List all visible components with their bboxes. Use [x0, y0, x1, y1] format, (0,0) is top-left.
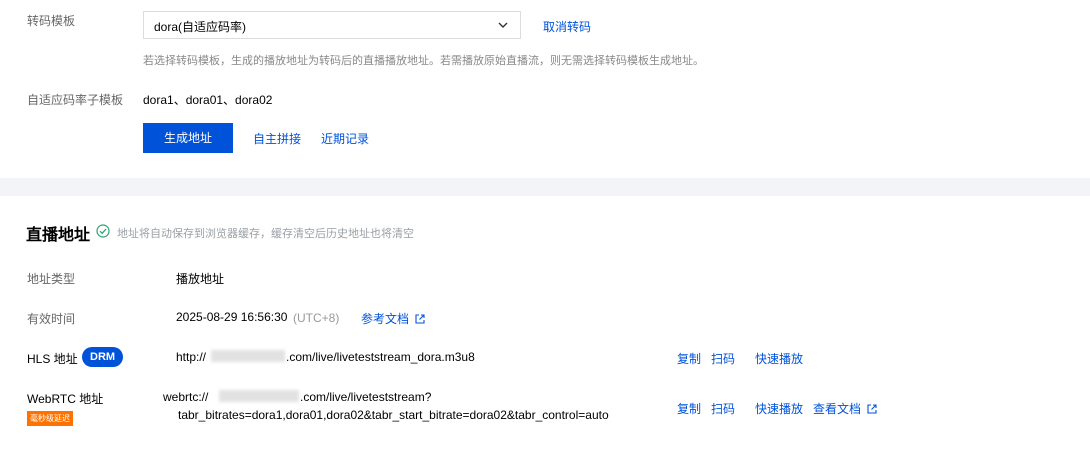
generate-address-button[interactable]: 生成地址	[143, 123, 233, 153]
webrtc-view-doc-label: 查看文档	[813, 402, 862, 416]
chevron-down-icon	[498, 22, 508, 28]
webrtc-view-doc-link[interactable]: 查看文档	[813, 400, 877, 417]
hls-label: HLS 地址	[27, 352, 78, 366]
custom-splice-link[interactable]: 自主拼接	[253, 130, 301, 147]
expire-timezone: (UTC+8)	[293, 311, 340, 325]
address-type-label: 地址类型	[27, 272, 76, 286]
webrtc-url-redacted	[219, 390, 299, 402]
hls-scan-link[interactable]: 扫码	[711, 350, 735, 367]
transcode-label: 转码模板	[27, 14, 76, 28]
webrtc-copy-link[interactable]: 复制	[677, 400, 701, 417]
webrtc-url-params: tabr_bitrates=dora1,dora01,dora02&tabr_s…	[178, 408, 609, 422]
check-circle-icon	[96, 224, 110, 238]
section-divider	[0, 178, 1090, 196]
recent-records-link[interactable]: 近期记录	[321, 130, 369, 147]
low-latency-badge: 毫秒级延迟	[27, 411, 73, 426]
hls-url-suffix: .com/live/liveteststream_dora.m3u8	[286, 350, 475, 364]
drm-badge: DRM	[82, 347, 124, 367]
cancel-transcode-link[interactable]: 取消转码	[543, 18, 591, 35]
reference-doc-link[interactable]: 参考文档	[361, 310, 425, 327]
adaptive-value: dora1、dora01、dora02	[143, 93, 273, 107]
hls-quick-play-link[interactable]: 快速播放	[755, 350, 803, 367]
external-link-icon	[415, 314, 425, 324]
hls-copy-link[interactable]: 复制	[677, 350, 701, 367]
webrtc-url-prefix: webrtc://	[163, 390, 209, 404]
reference-doc-label: 参考文档	[361, 312, 410, 326]
transcode-select[interactable]: dora(自适应码率)	[143, 11, 521, 39]
live-address-hint: 地址将自动保存到浏览器缓存，缓存清空后历史地址也将清空	[117, 228, 414, 240]
adaptive-label: 自适应码率子模板	[27, 93, 124, 107]
expire-label: 有效时间	[27, 312, 76, 326]
external-link-icon	[867, 404, 877, 414]
transcode-hint: 若选择转码模板，生成的播放地址为转码后的直播播放地址。若需播放原始直播流，则无需…	[143, 55, 704, 67]
expire-value: 2025-08-29 16:56:30	[176, 310, 288, 324]
address-type-value: 播放地址	[176, 272, 225, 286]
transcode-select-value: dora(自适应码率)	[154, 20, 247, 34]
hls-url-redacted	[211, 350, 285, 362]
hls-url-prefix: http://	[176, 350, 207, 364]
webrtc-label: WebRTC 地址	[27, 392, 104, 406]
live-address-title: 直播地址	[26, 227, 91, 244]
webrtc-url-suffix: .com/live/liveteststream?	[300, 390, 432, 404]
webrtc-scan-link[interactable]: 扫码	[711, 400, 735, 417]
webrtc-quick-play-link[interactable]: 快速播放	[755, 400, 803, 417]
